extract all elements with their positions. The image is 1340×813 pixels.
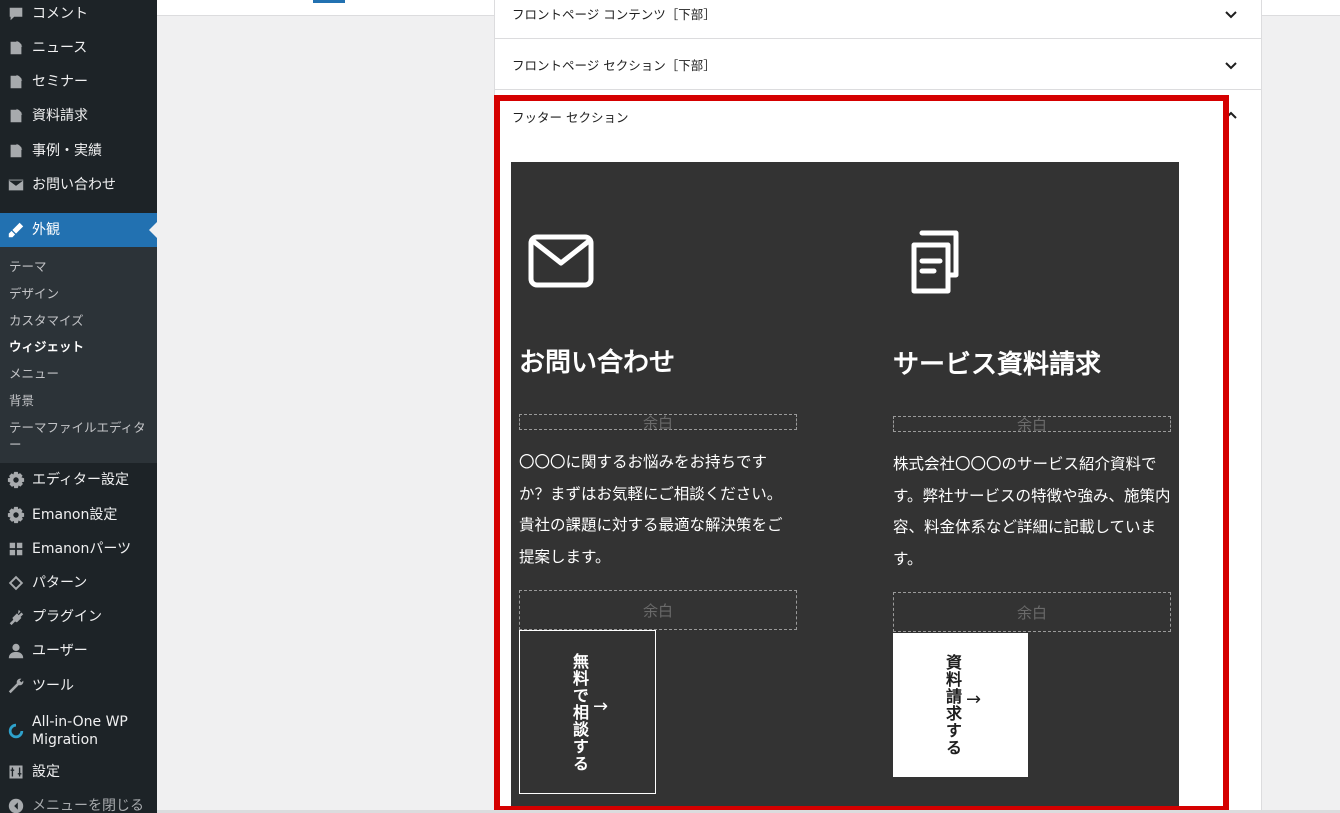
migration-icon [0,722,32,740]
grid-icon [0,540,32,558]
post-icon [0,142,32,160]
free-consultation-button[interactable]: 無料で相談する → [519,630,656,794]
submenu-customize[interactable]: カスタマイズ [9,312,151,329]
plugin-icon [0,608,32,626]
menu-item-editor-settings[interactable]: エディター設定 [0,463,157,497]
gear-icon [0,471,32,489]
pattern-icon [0,574,32,592]
comment-icon [0,5,32,23]
request-document-button[interactable]: 資料請求する → [893,633,1028,777]
contact-spacer-bottom[interactable]: 余白 [519,590,797,630]
document-spacer-bottom[interactable]: 余白 [893,592,1171,632]
menu-item-comments[interactable]: コメント [0,0,157,31]
appearance-submenu: テーマ デザイン カスタマイズ ウィジェット メニュー 背景 テーマファイルエデ… [0,247,157,463]
gear-icon [0,506,32,524]
menu-item-emanon-settings[interactable]: Emanon設定 [0,498,157,532]
menu-item-seminar[interactable]: セミナー [0,65,157,99]
section-front-page-content-bottom[interactable]: フロントページ コンテンツ［下部］ [495,0,1261,39]
menu-item-settings[interactable]: 設定 [0,755,157,789]
settings-icon [0,763,32,781]
document-spacer-top[interactable]: 余白 [893,416,1171,434]
admin-sidebar: コメント ニュース セミナー 資料請求 事例・実績 お問い合わせ 外観 テーマ … [0,0,157,813]
menu-item-aio-migration[interactable]: All-in-One WP Migration [0,711,157,751]
menu-item-cases[interactable]: 事例・実績 [0,134,157,168]
section-footer[interactable]: フッター セクション [495,91,1261,141]
chevron-up-icon[interactable] [1223,108,1239,124]
submenu-background[interactable]: 背景 [9,392,151,409]
chevron-down-icon[interactable] [1223,57,1239,73]
submenu-widgets[interactable]: ウィジェット [9,338,151,355]
chevron-down-icon[interactable] [1223,6,1239,22]
submenu-design[interactable]: デザイン [9,285,151,302]
collapse-menu-button[interactable]: メニューを閉じる [0,789,157,813]
mail-icon [0,176,32,194]
menu-item-contact[interactable]: お問い合わせ [0,168,157,202]
post-icon [0,73,32,91]
contact-description: 〇〇〇に関するお悩みをお持ちですか？まずはお気軽にご相談ください。貴社の課題に対… [519,453,783,566]
arrow-right-icon: → [592,695,609,717]
contact-spacer-top[interactable]: 余白 [519,414,797,432]
menu-item-documents[interactable]: 資料請求 [0,99,157,133]
menu-item-appearance[interactable]: 外観 [0,213,157,247]
menu-item-plugins[interactable]: プラグイン [0,600,157,634]
menu-item-users[interactable]: ユーザー [0,634,157,668]
document-column: サービス資料請求 余白 株式会社〇〇〇のサービス紹介資料です。弊社サービスの特徴… [885,162,1185,813]
documents-icon [900,227,970,297]
post-icon [0,107,32,125]
submenu-theme-file-editor[interactable]: テーマファイルエディター [9,419,151,453]
post-icon [0,39,32,57]
menu-item-news[interactable]: ニュース [0,31,157,65]
menu-item-tools[interactable]: ツール [0,669,157,703]
user-icon [0,642,32,660]
menu-item-patterns[interactable]: パターン [0,566,157,600]
submenu-themes[interactable]: テーマ [9,258,151,275]
submenu-menus[interactable]: メニュー [9,365,151,382]
collapse-icon [0,797,32,813]
contact-title: お問い合わせ [519,348,676,378]
contact-column: お問い合わせ 余白 〇〇〇に関するお悩みをお持ちですか？まずはお気軽にご相談くだ… [511,162,811,813]
active-indicator [313,0,345,3]
section-front-page-section-bottom[interactable]: フロントページ セクション［下部］ [495,40,1261,90]
footer-section-preview: お問い合わせ 余白 〇〇〇に関するお悩みをお持ちですか？まずはお気軽にご相談くだ… [511,162,1179,813]
arrow-right-icon: → [965,688,982,710]
envelope-icon [526,227,596,297]
document-title: サービス資料請求 [893,350,1102,380]
document-description: 株式会社〇〇〇のサービス紹介資料です。弊社サービスの特徴や強み、施策内容、料金体… [893,455,1171,568]
wrench-icon [0,677,32,695]
menu-item-emanon-parts[interactable]: Emanonパーツ [0,532,157,566]
brush-icon [0,221,32,239]
